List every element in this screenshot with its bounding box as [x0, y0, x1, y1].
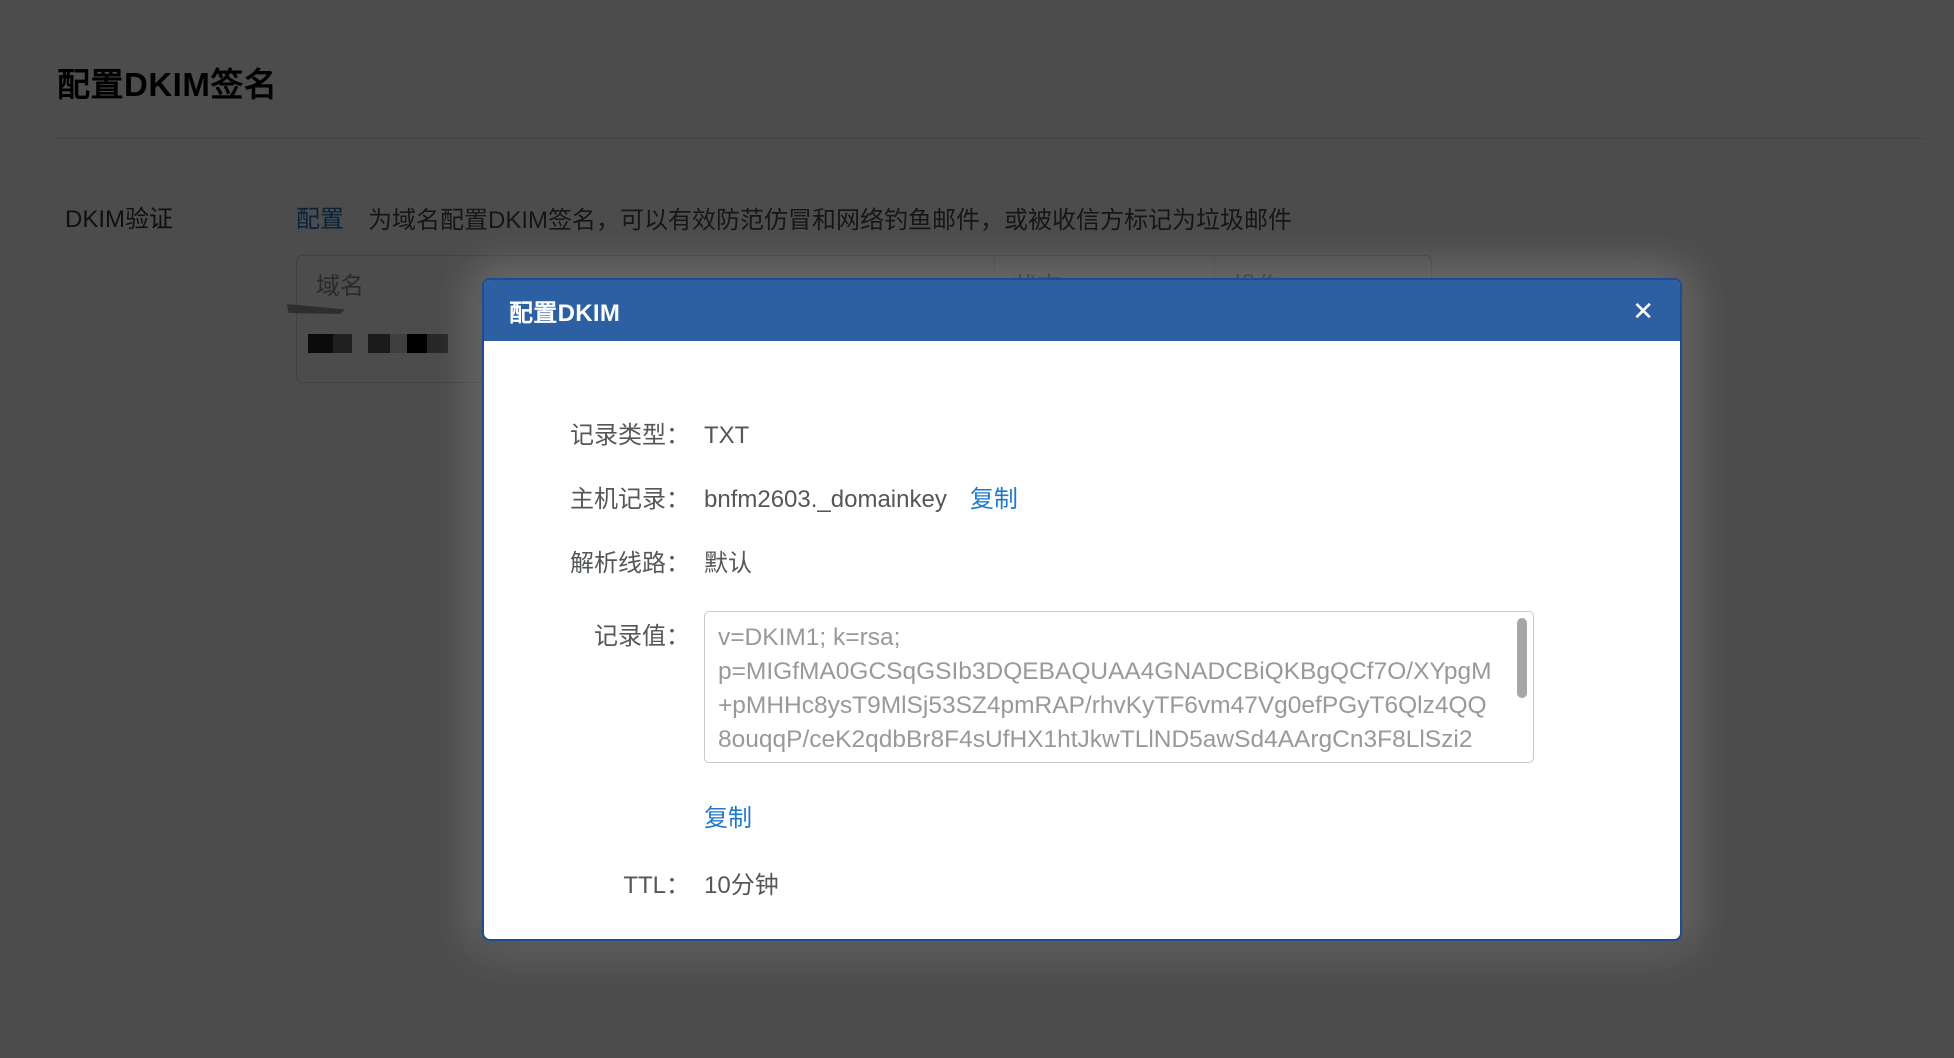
- host-record-row: 主机记录： bnfm2603._domainkey 复制: [484, 483, 1680, 516]
- record-type-row: 记录类型： TXT: [484, 419, 1680, 452]
- resolution-line-value: 默认: [704, 550, 752, 577]
- copy-host-record-link[interactable]: 复制: [970, 483, 1018, 516]
- dkim-settings-page: 配置DKIM签名 DKIM验证 配置 为域名配置DKIM签名，可以有效防范仿冒和…: [0, 0, 1954, 1058]
- record-value-label: 记录值：: [594, 623, 690, 650]
- ttl-value: 10分钟: [704, 872, 779, 899]
- ttl-label: TTL：: [623, 872, 690, 899]
- copy-record-value-row: 复制: [704, 798, 1680, 833]
- modal-body: 记录类型： TXT 主机记录： bnfm2603._domainkey 复制 解…: [484, 341, 1680, 902]
- record-value-textarea[interactable]: v=DKIM1; k=rsa; p=MIGfMA0GCSqGSIb3DQEBAQ…: [704, 611, 1534, 763]
- record-value-field-wrap: v=DKIM1; k=rsa; p=MIGfMA0GCSqGSIb3DQEBAQ…: [704, 611, 1534, 772]
- record-type-value: TXT: [704, 422, 750, 449]
- configure-dkim-modal: 配置DKIM ✕ 记录类型： TXT 主机记录： bnfm2603._domai…: [482, 278, 1682, 941]
- host-record-value: bnfm2603._domainkey: [704, 486, 947, 513]
- record-value-row: 记录值： v=DKIM1; k=rsa; p=MIGfMA0GCSqGSIb3D…: [484, 611, 1680, 772]
- resolution-line-row: 解析线路： 默认: [484, 547, 1680, 580]
- host-record-label: 主机记录：: [570, 486, 690, 513]
- resolution-line-label: 解析线路：: [570, 550, 690, 577]
- modal-header: 配置DKIM ✕: [484, 280, 1680, 341]
- textarea-scrollbar-thumb[interactable]: [1517, 618, 1527, 698]
- close-icon[interactable]: ✕: [1628, 294, 1658, 328]
- modal-title: 配置DKIM: [509, 300, 621, 327]
- record-type-label: 记录类型：: [570, 422, 690, 449]
- copy-record-value-link[interactable]: 复制: [704, 805, 752, 832]
- ttl-row: TTL： 10分钟: [484, 869, 1680, 902]
